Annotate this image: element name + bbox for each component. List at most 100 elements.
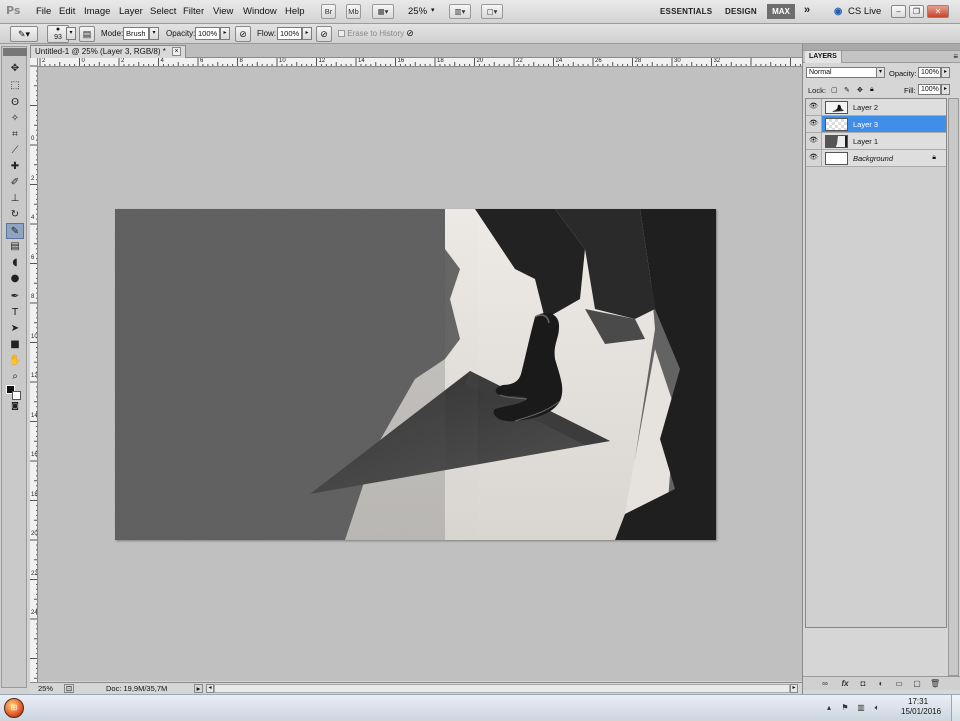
layer-style-icon[interactable]: fx [840, 679, 850, 689]
flow-slider-toggle[interactable]: ▸ [302, 27, 312, 40]
lock-image-icon[interactable]: ✎ [844, 86, 850, 94]
cs-live-button[interactable]: CS Live [848, 6, 881, 17]
show-hidden-icons-icon[interactable]: ▴ [824, 703, 834, 713]
menu-select[interactable]: Select [150, 6, 176, 17]
menu-edit[interactable]: Edit [59, 6, 75, 17]
path-selection-tool-icon[interactable]: ➤ [6, 321, 24, 337]
layer-name[interactable]: Layer 3 [853, 120, 878, 129]
clock-time[interactable]: 17:31 [908, 697, 928, 706]
show-desktop-button[interactable] [951, 695, 960, 721]
visibility-toggle[interactable]: 👁︎ [806, 133, 822, 149]
erase-to-history-checkbox[interactable]: Erase to History [338, 29, 404, 38]
workspace-max[interactable]: MAX [767, 4, 795, 19]
bridge-button[interactable]: Br [321, 4, 336, 19]
add-mask-icon[interactable]: ◘ [858, 679, 868, 689]
screen-mode-button[interactable]: ▢▾ [481, 4, 503, 19]
visibility-toggle[interactable]: 👁︎ [806, 150, 822, 166]
quick-select-tool-icon[interactable]: ✧ [6, 111, 24, 127]
healing-brush-tool-icon[interactable]: ✚ [6, 159, 24, 175]
tool-preset-picker[interactable]: ✎▾ [10, 26, 38, 42]
layer-row-background[interactable]: 👁︎ Background 🔒︎ [806, 150, 946, 167]
menu-view[interactable]: View [213, 6, 233, 17]
eraser-tool-icon[interactable]: ✎ [6, 223, 24, 239]
menu-layer[interactable]: Layer [119, 6, 143, 17]
brush-tool-icon[interactable]: ✐ [6, 175, 24, 191]
layer-row-layer-2[interactable]: 👁︎ Layer 2 [806, 99, 946, 116]
marquee-tool-icon[interactable]: ⬚ [6, 78, 24, 94]
visibility-toggle[interactable]: 👁︎ [806, 116, 822, 132]
panel-menu-icon[interactable]: ≡ [953, 52, 958, 62]
size-pressure-toggle[interactable]: ⊘ [402, 26, 418, 42]
network-icon[interactable]: ▥ [856, 703, 866, 713]
triangle-right-icon[interactable]: ▸ [941, 67, 950, 78]
workspace-design[interactable]: DESIGN [725, 7, 757, 16]
start-button[interactable]: ⊞ [4, 698, 24, 718]
arrange-documents-button[interactable]: ▥▾ [449, 4, 471, 19]
gradient-tool-icon[interactable]: ▤ [6, 239, 24, 255]
close-icon[interactable]: × [172, 47, 182, 57]
opacity-field[interactable]: 100% [195, 27, 220, 40]
layers-scrollbar[interactable] [948, 98, 959, 676]
quick-mask-icon[interactable]: ◙ [6, 398, 24, 414]
brush-panel-toggle[interactable]: ▤ [79, 26, 95, 42]
blend-mode-select[interactable]: Normal [806, 67, 878, 78]
action-center-flag-icon[interactable]: ⚑ [840, 703, 850, 713]
mini-bridge-button[interactable]: Mb [346, 4, 361, 19]
layer-row-layer-3[interactable]: 👁︎ Layer 3 [806, 116, 946, 133]
zoom-preview-icon[interactable]: ⊡ [64, 684, 74, 693]
vertical-ruler[interactable]: 0 2 4 6 8 10 12 14 16 18 20 22 24 [30, 58, 38, 682]
opacity-pressure-toggle[interactable]: ⊘ [235, 26, 251, 42]
document-tab[interactable]: Untitled-1 @ 25% (Layer 3, RGB/8) * × [30, 45, 187, 58]
opacity-slider-toggle[interactable]: ▸ [220, 27, 230, 40]
blur-tool-icon[interactable]: ◖ [6, 255, 24, 271]
menu-help[interactable]: Help [285, 6, 305, 17]
flow-field[interactable]: 100% [277, 27, 302, 40]
lock-position-icon[interactable]: ✥ [857, 86, 863, 94]
delete-layer-icon[interactable]: 🗑︎ [930, 679, 940, 689]
menu-window[interactable]: Window [243, 6, 277, 17]
mode-select[interactable]: Brush [123, 27, 149, 40]
more-workspaces-button[interactable]: » [804, 4, 810, 16]
brush-size-dropdown[interactable]: ▾ [66, 27, 76, 40]
lasso-tool-icon[interactable]: ʘ [6, 95, 24, 111]
scroll-left-icon[interactable]: ◂ [206, 684, 214, 693]
lock-all-icon[interactable]: 🔒︎ [870, 86, 874, 94]
visibility-toggle[interactable]: 👁︎ [806, 99, 822, 115]
layer-row-layer-1[interactable]: 👁︎ Layer 1 [806, 133, 946, 150]
airbrush-toggle[interactable]: ⊘ [316, 26, 332, 42]
pen-tool-icon[interactable]: ✒ [6, 289, 24, 305]
eyedropper-tool-icon[interactable]: ⟋ [6, 143, 24, 159]
hand-tool-icon[interactable]: ✋ [6, 353, 24, 369]
horizontal-ruler[interactable]: 2 0 2 4 6 8 10 12 14 16 18 20 22 24 26 28 30 32 [38, 58, 802, 67]
menu-filter[interactable]: Filter [183, 6, 204, 17]
chevron-down-icon[interactable]: ▾ [876, 67, 885, 78]
type-tool-icon[interactable]: T [6, 305, 24, 321]
new-layer-icon[interactable]: ▢ [912, 679, 922, 689]
clone-stamp-tool-icon[interactable]: ⊥ [6, 191, 24, 207]
zoom-level-dropdown[interactable]: 25% [408, 6, 427, 17]
workspace-essentials[interactable]: ESSENTIALS [660, 7, 712, 16]
clock-date[interactable]: 15/01/2016 [901, 707, 941, 716]
tab-layers[interactable]: LAYERS [805, 51, 842, 63]
layer-name[interactable]: Layer 1 [853, 137, 878, 146]
view-extras-button[interactable]: ▦▾ [372, 4, 394, 19]
shape-tool-icon[interactable]: ■ [6, 337, 24, 353]
crop-tool-icon[interactable]: ⌗ [6, 127, 24, 143]
zoom-tool-icon[interactable]: ⌕ [6, 369, 24, 385]
restore-button[interactable]: ❐ [909, 5, 924, 18]
history-brush-tool-icon[interactable]: ↻ [6, 207, 24, 223]
lock-transparent-icon[interactable]: ▢ [831, 86, 838, 94]
tools-panel-header[interactable] [3, 48, 27, 56]
mode-dropdown[interactable]: ▾ [149, 27, 159, 40]
link-layers-icon[interactable]: ∞ [820, 679, 830, 689]
scroll-right-icon[interactable]: ▸ [790, 684, 798, 693]
menu-image[interactable]: Image [84, 6, 110, 17]
move-tool-icon[interactable]: ✥ [6, 61, 24, 77]
adjustment-layer-icon[interactable]: ◐ [876, 679, 886, 689]
layer-opacity-field[interactable]: 100% [918, 67, 941, 78]
status-zoom-level[interactable]: 25% [38, 684, 53, 693]
triangle-right-icon[interactable]: ▸ [941, 84, 950, 95]
layer-name[interactable]: Background [853, 154, 893, 163]
layer-name[interactable]: Layer 2 [853, 103, 878, 112]
horizontal-scrollbar[interactable] [214, 684, 790, 693]
